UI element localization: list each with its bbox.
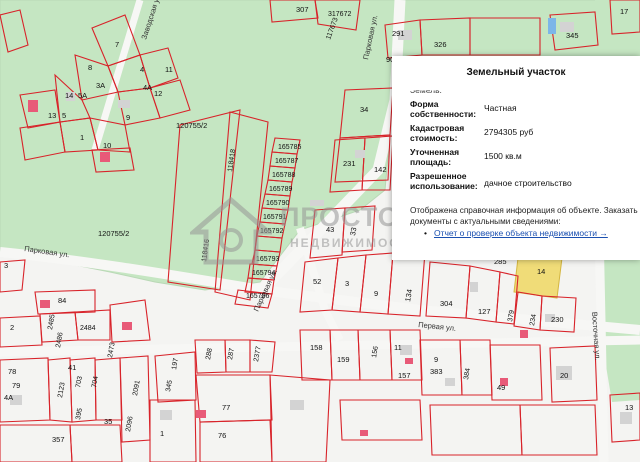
parcel-label: 9 xyxy=(434,355,438,364)
parcel-label: 13 xyxy=(48,111,56,120)
parcel-label: 165790 xyxy=(266,200,289,207)
parcel-label: 165792 xyxy=(260,228,283,235)
parcel-label: 33 xyxy=(348,227,358,237)
popup-row-value: дачное строительство xyxy=(484,178,572,188)
parcel-label: 120755/2 xyxy=(98,229,129,238)
popup-row-key: Уточненная площадь: xyxy=(410,147,460,167)
parcel-label: 383 xyxy=(430,367,443,376)
parcel-label: 12 xyxy=(154,89,162,98)
parcel-label: 165785 xyxy=(278,144,301,151)
parcel-label: 7 xyxy=(115,40,119,49)
popup-row-key: Кадастровая стоимость: xyxy=(410,123,465,143)
popup-row-value: 1500 кв.м xyxy=(484,151,522,161)
popup-row-value: 2794305 руб xyxy=(484,127,534,137)
bullet-icon: • xyxy=(424,228,427,238)
parcel-label: 11 xyxy=(394,343,402,352)
popup-note: Отображена справочная информация об объе… xyxy=(410,206,638,226)
parcel-info-popup: Земельный участок Земель: Форма собствен… xyxy=(392,56,640,260)
popup-row-value: Частная xyxy=(484,103,517,113)
parcel-label: 159 xyxy=(337,355,350,364)
parcel-label: 43 xyxy=(326,225,334,234)
popup-title: Земельный участок xyxy=(466,67,566,78)
parcel-label: 3А xyxy=(96,81,105,90)
parcel-label: 11 xyxy=(165,65,173,74)
parcel-label: 165787 xyxy=(275,158,298,165)
parcel-label: 4 xyxy=(140,65,144,74)
parcel-label: 76 xyxy=(218,431,226,440)
parcel-label: 4А xyxy=(4,393,13,402)
parcel-label: 10 xyxy=(103,141,111,150)
parcel-label: 307 xyxy=(296,5,309,14)
parcel-label: 3 xyxy=(345,279,349,288)
parcel-label: 13 xyxy=(625,403,633,412)
parcel-label: 79 xyxy=(12,381,20,390)
parcel-label: 157 xyxy=(398,371,411,380)
parcel-label: 14 xyxy=(537,267,545,276)
parcel-label: 84 xyxy=(58,296,66,305)
popup-link-row: • Отчет о проверке объекта недвижимости … xyxy=(424,228,608,238)
parcel-label: 120755/2 xyxy=(176,121,207,130)
parcel-label: 345 xyxy=(566,31,579,40)
parcel-label: 231 xyxy=(343,159,356,168)
parcel-label: 165789 xyxy=(269,186,292,193)
parcel-label: 35 xyxy=(104,417,112,426)
parcel-label: 9 xyxy=(126,113,130,122)
popup-row-key: Форма собственности: xyxy=(410,99,477,119)
parcel-label: 326 xyxy=(434,40,447,49)
parcel-label: 17 xyxy=(620,7,628,16)
parcel-label: 5А xyxy=(78,91,87,100)
parcel-label: 1 xyxy=(80,133,84,142)
parcel-label: 127 xyxy=(478,307,491,316)
parcel-label: 142 xyxy=(374,165,387,174)
parcel-label: 41 xyxy=(68,363,76,372)
parcel-label: 230 xyxy=(551,315,564,324)
parcel-label: 158 xyxy=(310,343,323,352)
parcel-label: 77 xyxy=(222,403,230,412)
parcel-label: 4А xyxy=(143,83,152,92)
parcel-label: 52 xyxy=(313,277,321,286)
parcel-label: 165788 xyxy=(272,172,295,179)
parcel-label: 49 xyxy=(497,383,505,392)
parcel-label: 14 xyxy=(65,91,73,100)
parcel-label: 317672 xyxy=(328,11,351,18)
parcel-label: 165794 xyxy=(252,270,275,277)
parcel-label: 8 xyxy=(88,63,92,72)
parcel-label: 304 xyxy=(440,299,453,308)
parcel-label: 165793 xyxy=(256,256,279,263)
popup-cut-label: Земель: xyxy=(410,85,442,96)
popup-row-key: Разрешенное использование: xyxy=(410,171,478,191)
parcel-label: 165791 xyxy=(263,214,286,221)
parcel-label: 3 xyxy=(4,261,8,270)
parcel-label: 5 xyxy=(62,111,66,120)
parcel-label: 20 xyxy=(560,371,568,380)
parcel-label: 78 xyxy=(8,367,16,376)
parcel-label: 291 xyxy=(392,29,405,38)
parcel-label: 2 xyxy=(10,323,14,332)
parcel-label: 2484 xyxy=(80,325,96,332)
parcel-label: 165786 xyxy=(246,293,269,300)
property-check-report-link[interactable]: Отчет о проверке объекта недвижимости → xyxy=(434,228,608,238)
parcel-label: 9 xyxy=(374,289,378,298)
parcel-label: 34 xyxy=(360,105,368,114)
parcel-label: 357 xyxy=(52,435,65,444)
parcel-label: 1 xyxy=(160,429,164,438)
